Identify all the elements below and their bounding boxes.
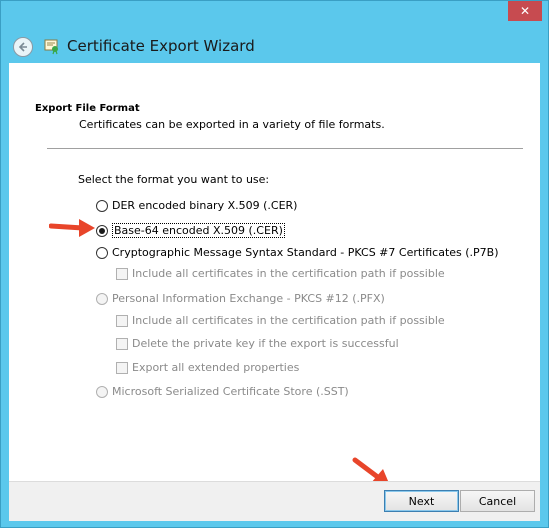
back-button[interactable]: [13, 37, 33, 57]
wizard-footer: Next Cancel: [9, 481, 540, 521]
option-pfx-include[interactable]: Include all certificates in the certific…: [116, 314, 445, 327]
radio-base64[interactable]: [96, 224, 108, 237]
wizard-content: Export File Format Certificates can be e…: [9, 63, 540, 481]
wizard-title: Certificate Export Wizard: [67, 37, 255, 55]
checkbox-pfx-delete-key[interactable]: [116, 337, 128, 350]
close-icon: ✕: [519, 4, 531, 18]
title-bar[interactable]: ✕: [1, 1, 548, 29]
checkbox-pfx-include[interactable]: [116, 314, 128, 327]
checkbox-pkcs7-include[interactable]: [116, 267, 128, 280]
close-button[interactable]: ✕: [508, 1, 542, 21]
option-pfx-export-props-label: Export all extended properties: [132, 361, 300, 374]
option-pfx-export-props[interactable]: Export all extended properties: [116, 361, 299, 374]
option-pkcs7-label: Cryptographic Message Syntax Standard - …: [112, 246, 499, 259]
page-description: Certificates can be exported in a variet…: [79, 118, 385, 131]
radio-sst[interactable]: [96, 385, 108, 398]
option-pkcs7[interactable]: Cryptographic Message Syntax Standard - …: [96, 246, 499, 259]
radio-pfx[interactable]: [96, 292, 108, 305]
option-pfx-delete-key[interactable]: Delete the private key if the export is …: [116, 337, 399, 350]
option-pkcs7-include[interactable]: Include all certificates in the certific…: [116, 267, 445, 280]
back-arrow-icon: [18, 42, 27, 52]
option-base64-label: Base-64 encoded X.509 (.CER): [112, 223, 285, 238]
option-der[interactable]: DER encoded binary X.509 (.CER): [96, 199, 297, 212]
checkbox-pfx-export-props[interactable]: [116, 361, 128, 374]
wizard-header: Certificate Export Wizard: [9, 29, 540, 63]
format-prompt: Select the format you want to use:: [78, 173, 270, 186]
next-button[interactable]: Next: [384, 490, 459, 512]
option-pfx-label: Personal Information Exchange - PKCS #12…: [112, 292, 385, 305]
annotation-arrow-icon: [49, 219, 95, 237]
option-pkcs7-include-label: Include all certificates in the certific…: [132, 267, 445, 280]
header-divider: [47, 148, 523, 149]
option-pfx-delete-key-label: Delete the private key if the export is …: [132, 337, 399, 350]
option-base64[interactable]: Base-64 encoded X.509 (.CER): [96, 223, 285, 238]
radio-pkcs7[interactable]: [96, 246, 108, 259]
option-der-label: DER encoded binary X.509 (.CER): [112, 199, 298, 212]
cancel-button[interactable]: Cancel: [460, 490, 535, 512]
option-sst[interactable]: Microsoft Serialized Certificate Store (…: [96, 385, 349, 398]
certificate-icon: [44, 39, 58, 55]
radio-der[interactable]: [96, 199, 108, 212]
page-heading: Export File Format: [35, 103, 140, 114]
option-pfx[interactable]: Personal Information Exchange - PKCS #12…: [96, 292, 385, 305]
wizard-window: ✕ Certificate Export Wizard Export File …: [0, 0, 549, 528]
option-sst-label: Microsoft Serialized Certificate Store (…: [112, 385, 349, 398]
option-pfx-include-label: Include all certificates in the certific…: [132, 314, 445, 327]
